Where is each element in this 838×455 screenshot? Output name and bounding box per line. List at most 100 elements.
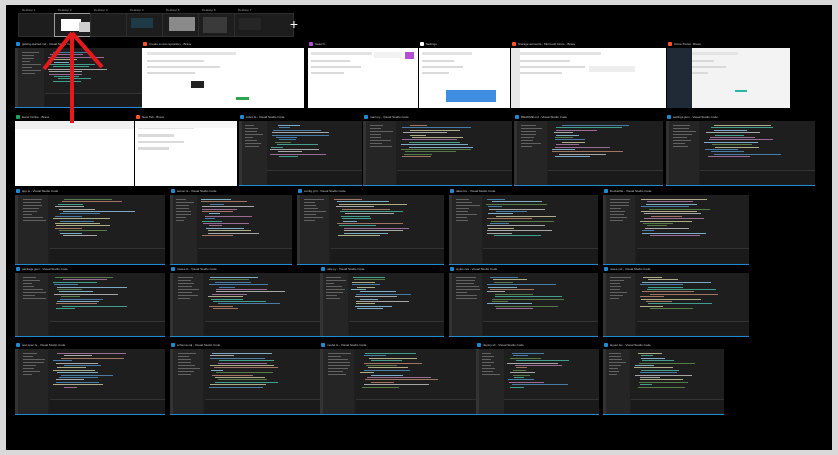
code-line xyxy=(54,293,119,295)
sidebar-line xyxy=(327,371,344,372)
code-line xyxy=(344,230,404,232)
code-line xyxy=(276,137,297,138)
window-thumbnail[interactable]: Dockerfile - Visual Studio Code xyxy=(603,187,749,265)
sidebar-line xyxy=(609,359,623,360)
code-line xyxy=(492,298,564,300)
code-line xyxy=(506,362,558,364)
window-thumbnail[interactable]: schema.sql - Visual Studio Code xyxy=(170,341,320,415)
page-block xyxy=(734,90,747,93)
code-line xyxy=(371,374,404,376)
code-line xyxy=(492,279,527,281)
window-thumbnail[interactable]: Settings xyxy=(419,40,510,108)
code-line xyxy=(345,213,394,215)
window-thumbnail[interactable]: config.yml - Visual Studio Code xyxy=(297,187,444,265)
code-line xyxy=(511,353,544,354)
window-thumbnail[interactable]: README.md - Visual Studio Code xyxy=(514,113,663,186)
window-thumbnail[interactable]: utils.py - Visual Studio Code xyxy=(320,265,444,337)
window-thumbnail[interactable]: deploy.sh - Visual Studio Code xyxy=(476,341,599,415)
code-line xyxy=(638,362,695,364)
code-line xyxy=(202,223,249,224)
page-block xyxy=(235,97,249,101)
code-line xyxy=(54,277,113,278)
sidebar-line xyxy=(370,146,392,147)
code-line xyxy=(57,203,84,205)
window-thumbnail[interactable]: layout.tsx - Visual Studio Code xyxy=(603,341,724,415)
sidebar-line xyxy=(176,199,187,200)
code-line xyxy=(63,279,108,281)
code-line xyxy=(53,281,98,283)
terminal-panel xyxy=(483,321,598,335)
window-thumbnail[interactable]: settings.json - Visual Studio Code xyxy=(666,113,815,186)
sidebar-line xyxy=(609,374,618,375)
window-thumbnail[interactable]: routes.ts - Visual Studio Code xyxy=(170,265,320,337)
code-line xyxy=(48,71,83,73)
virtual-desktops-bar: Desktop 1 Desktop 2 Desktop 3 Desktop 4 … xyxy=(6,5,832,39)
sidebar-line xyxy=(610,217,627,218)
sidebar-line xyxy=(370,134,382,135)
new-desktop-button[interactable]: + xyxy=(284,14,304,34)
window-thumbnail[interactable]: getting-started.md - Visual Studio Code xyxy=(15,40,145,108)
window-thumbnail[interactable]: Excel Online - Brave xyxy=(15,113,134,186)
terminal-panel xyxy=(504,398,599,413)
code-line xyxy=(57,372,98,374)
code-line xyxy=(62,201,123,203)
sidebar-line xyxy=(177,374,191,375)
sidebar-line xyxy=(245,131,258,132)
window-preview xyxy=(135,121,237,186)
window-thumbnail[interactable]: Search xyxy=(308,40,418,108)
code-line xyxy=(55,215,82,217)
sidebar-line xyxy=(176,205,189,206)
code-line xyxy=(63,365,101,366)
sidebar-line xyxy=(22,208,40,209)
code-line xyxy=(202,220,222,222)
window-thumbnail[interactable]: notes.md - Visual Studio Code xyxy=(603,265,749,337)
code-line xyxy=(642,360,675,362)
window-thumbnail[interactable]: main.py - Visual Studio Code xyxy=(363,113,512,186)
code-line xyxy=(210,298,244,300)
code-line xyxy=(214,377,266,378)
code-line xyxy=(357,308,384,310)
sidebar-line xyxy=(21,55,34,56)
window-thumbnail[interactable]: New Tab - Brave xyxy=(135,113,237,186)
window-thumbnail[interactable]: test.spec.ts - Visual Studio Code xyxy=(15,341,165,415)
window-thumbnail[interactable]: package.json - Visual Studio Code xyxy=(15,265,165,337)
code-line xyxy=(63,235,97,236)
code-line xyxy=(645,227,690,229)
sidebar-line xyxy=(482,362,494,363)
sidebar-line xyxy=(326,277,341,278)
code-line xyxy=(641,357,666,359)
code-line xyxy=(486,291,506,293)
window-thumbnail[interactable]: index.ts - Visual Studio Code xyxy=(239,113,362,186)
window-title: deploy.sh - Visual Studio Code xyxy=(483,343,524,347)
code-line xyxy=(487,225,546,227)
window-thumbnail[interactable]: app.js - Visual Studio Code xyxy=(15,187,165,265)
code-line xyxy=(640,206,689,208)
window-thumbnail[interactable]: Storage accounts - Microsoft Azure - Bra… xyxy=(511,40,666,108)
desktop-preview-window xyxy=(131,18,153,28)
code-line xyxy=(561,125,629,126)
window-title: server.ts - Visual Studio Code xyxy=(177,189,217,193)
sidebar-line xyxy=(456,205,480,206)
terminal-panel xyxy=(49,321,165,335)
window-thumbnail[interactable]: Azure Portal - Brave xyxy=(667,40,790,108)
code-line xyxy=(55,225,110,227)
window-thumbnail[interactable]: model.ts - Visual Studio Code xyxy=(320,341,476,415)
code-line xyxy=(212,301,266,302)
window-thumbnail[interactable]: Create a new repository - Brave xyxy=(142,40,304,108)
page-block xyxy=(311,72,345,75)
sidebar-line xyxy=(521,140,534,141)
code-line xyxy=(644,218,705,220)
code-line xyxy=(509,357,541,359)
terminal-panel xyxy=(204,398,320,413)
code-line xyxy=(52,360,73,362)
window-thumbnail[interactable]: styles.css - Visual Studio Code xyxy=(449,265,598,337)
window-thumbnail[interactable]: data.csv - Visual Studio Code xyxy=(449,187,598,265)
sidebar-line xyxy=(326,292,343,293)
sidebar-line xyxy=(22,214,33,215)
window-thumbnail[interactable]: server.ts - Visual Studio Code xyxy=(170,187,292,265)
sidebar-line xyxy=(482,371,494,372)
sidebar-line xyxy=(521,128,543,129)
code-line xyxy=(509,381,544,383)
sidebar-line xyxy=(304,205,317,206)
sidebar-line xyxy=(245,146,260,147)
